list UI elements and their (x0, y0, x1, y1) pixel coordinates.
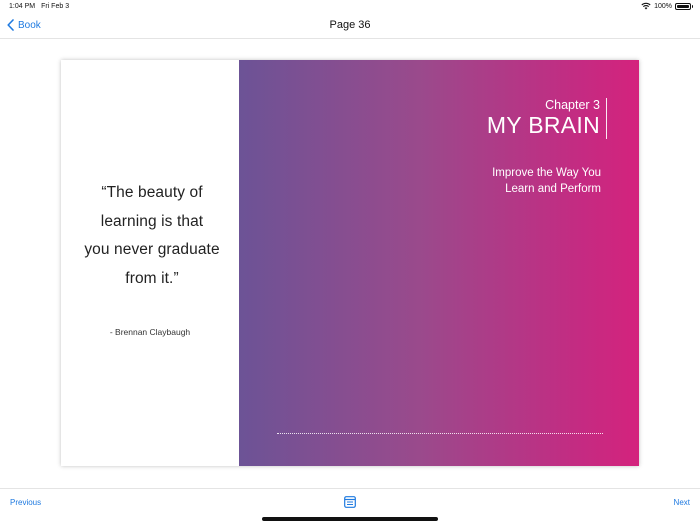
quote: “The beauty of learning is that you neve… (75, 179, 229, 293)
battery-icon (675, 2, 693, 10)
chapter-heading: Chapter 3 MY BRAIN (487, 98, 607, 139)
subtitle-line: Learn and Perform (505, 182, 601, 195)
quote-line: you never graduate (84, 241, 220, 258)
chapter-cover: Chapter 3 MY BRAIN Improve the Way You L… (239, 60, 639, 466)
chapter-title: MY BRAIN (486, 112, 600, 138)
status-right: 100% (641, 2, 693, 10)
dotted-divider (277, 433, 603, 434)
next-button[interactable]: Next (674, 498, 690, 507)
status-time: 1:04 PM (9, 3, 36, 10)
battery-percent: 100% (654, 2, 672, 10)
previous-button[interactable]: Previous (10, 498, 41, 507)
page-title: Page 36 (329, 19, 371, 31)
status-bar: 1:04 PM Fri Feb 3 100% (0, 0, 700, 14)
status-date: Fri Feb 3 (41, 3, 70, 10)
nav-bar: Book Page 36 (0, 14, 700, 39)
book-spread: “The beauty of learning is that you neve… (61, 60, 639, 466)
table-of-contents-icon[interactable] (344, 496, 356, 508)
status-left: 1:04 PM Fri Feb 3 (9, 3, 69, 10)
left-page: “The beauty of learning is that you neve… (61, 60, 239, 466)
quote-line: “The beauty of (101, 184, 203, 201)
quote-author: - Brennan Claybaugh (109, 327, 191, 337)
chapter-subtitle: Improve the Way You Learn and Perform (401, 166, 601, 197)
bottom-toolbar: Previous Next (0, 488, 700, 526)
chapter-number: Chapter 3 (545, 98, 600, 112)
subtitle-line: Improve the Way You (492, 167, 601, 179)
home-indicator[interactable] (262, 517, 438, 521)
quote-line: from it.” (125, 269, 179, 287)
wifi-icon (641, 2, 651, 10)
quote-line: learning is that (100, 212, 204, 230)
